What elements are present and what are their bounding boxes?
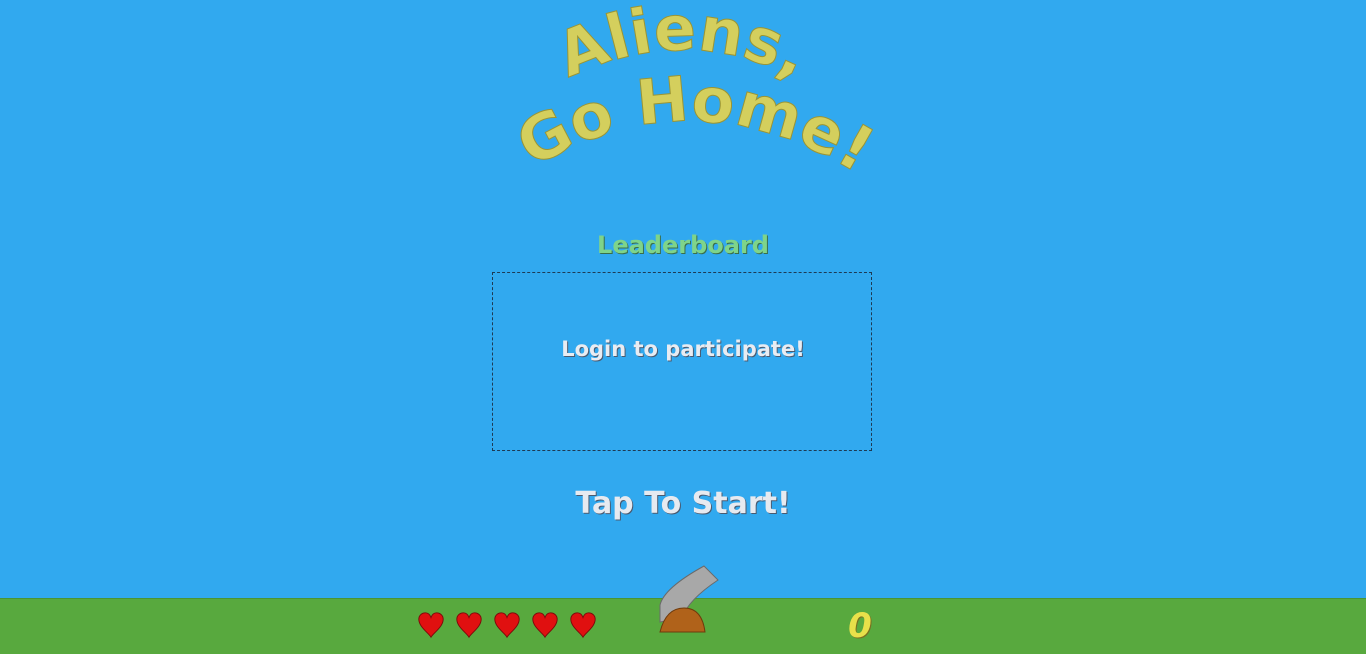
heart-icon	[532, 612, 558, 639]
score-display: 0	[848, 606, 872, 646]
heart-icon	[494, 612, 520, 639]
heart-icon	[418, 612, 444, 639]
heart-icon	[570, 612, 596, 639]
lives-display	[416, 610, 598, 640]
leaderboard-login-message[interactable]: Login to participate!	[493, 337, 873, 361]
game-title-line2: Go Home!	[505, 62, 886, 186]
leaderboard-heading: Leaderboard	[597, 231, 769, 259]
leaderboard-panel: Login to participate!	[492, 272, 872, 451]
cannon-icon[interactable]	[652, 560, 722, 635]
game-title: Aliens, Go Home!	[505, 0, 887, 187]
heart-icon	[456, 612, 482, 639]
start-prompt[interactable]: Tap To Start!	[0, 486, 1366, 521]
